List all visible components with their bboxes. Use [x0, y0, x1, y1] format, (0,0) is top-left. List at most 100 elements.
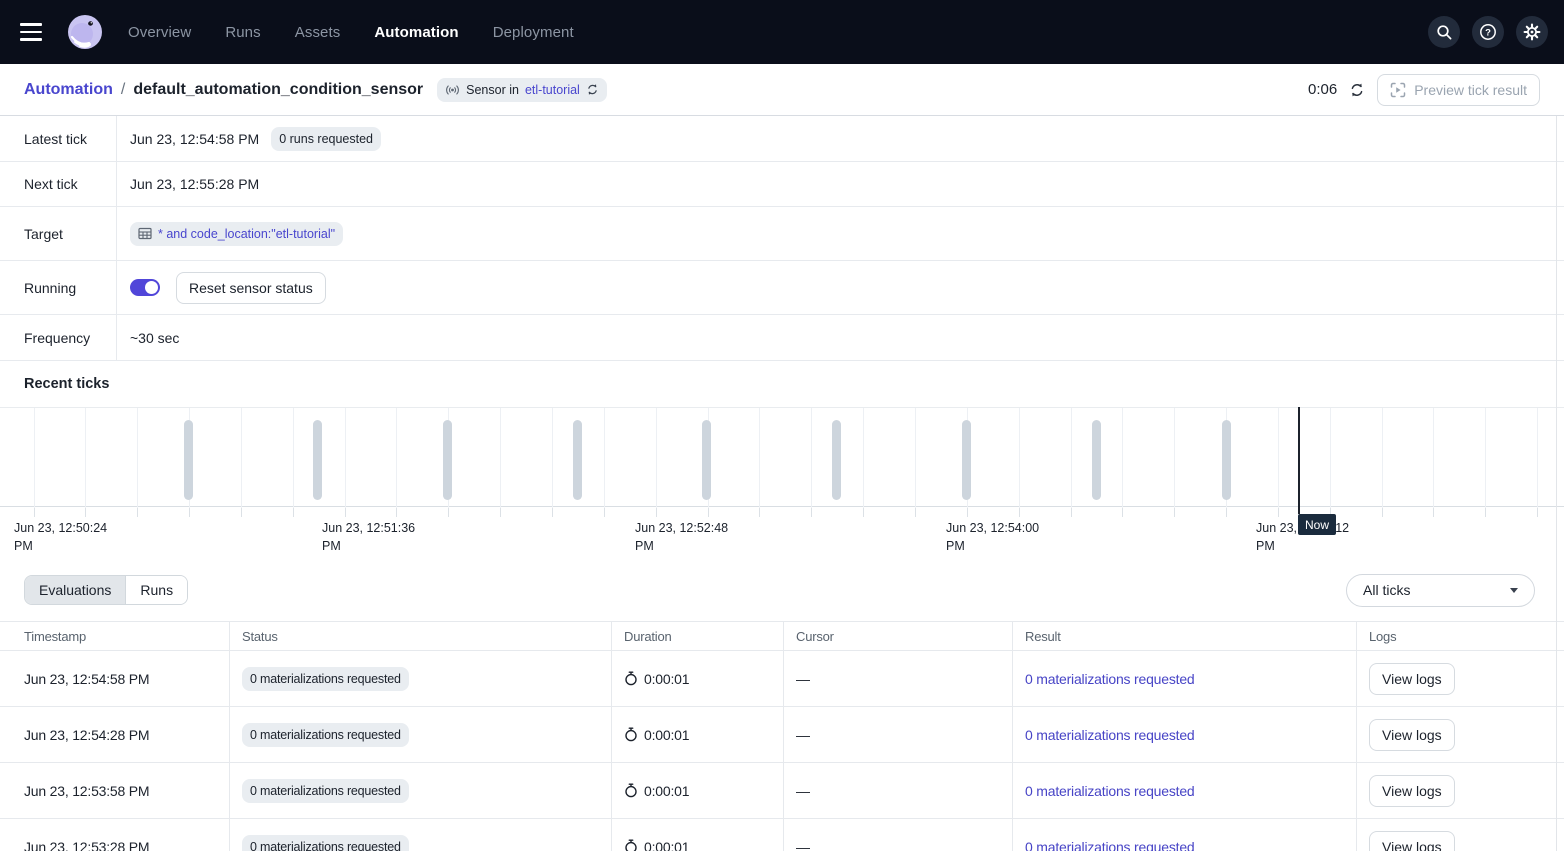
- timeline-gridline: [1071, 408, 1072, 508]
- timeline-axis-tick: [1019, 508, 1020, 517]
- timeline-gridline: [137, 408, 138, 508]
- breadcrumb-automation-link[interactable]: Automation: [24, 81, 113, 99]
- search-icon[interactable]: [1428, 16, 1460, 48]
- timeline-axis-tick: [293, 508, 294, 517]
- col-header-logs: Logs: [1357, 622, 1564, 650]
- timeline-axis-tick: [1537, 508, 1538, 517]
- target-selection-text[interactable]: * and code_location:"etl-tutorial": [158, 227, 335, 241]
- settings-gear-icon[interactable]: [1516, 16, 1548, 48]
- latest-tick-status-badge: 0 runs requested: [271, 127, 381, 151]
- timeline-axis-tick: [863, 508, 864, 517]
- timeline-gridline: [1278, 408, 1279, 508]
- tick-result-link[interactable]: 0 materializations requested: [1025, 839, 1195, 851]
- timeline-gridline: [1122, 408, 1123, 508]
- timeline-gridline: [500, 408, 501, 508]
- tick-timestamp: Jun 23, 12:53:28 PM: [0, 819, 230, 851]
- help-icon[interactable]: ?: [1472, 16, 1504, 48]
- page-title: default_automation_condition_sensor: [133, 81, 423, 99]
- timeline-tick-bar[interactable]: [702, 420, 711, 500]
- nav-item-assets[interactable]: Assets: [295, 24, 341, 41]
- top-nav: Overview Runs Assets Automation Deployme…: [0, 0, 1564, 64]
- timeline-axis-tick: [345, 508, 346, 517]
- nav-item-automation[interactable]: Automation: [374, 24, 458, 41]
- tick-cursor: —: [784, 707, 1013, 762]
- svg-text:?: ?: [1485, 28, 1491, 39]
- timeline-gridline: [656, 408, 657, 508]
- ticks-table: Timestamp Status Duration Cursor Result …: [0, 621, 1564, 851]
- timeline-axis-tick: [1226, 508, 1227, 517]
- tick-result-link[interactable]: 0 materializations requested: [1025, 727, 1195, 743]
- timeline-axis-label: Jun 23, 12:50:24 PM: [14, 519, 120, 555]
- nav-item-runs[interactable]: Runs: [225, 24, 260, 41]
- tick-result-link[interactable]: 0 materializations requested: [1025, 671, 1195, 687]
- timeline-axis-tick: [448, 508, 449, 517]
- timeline-gridline: [552, 408, 553, 508]
- timeline-tick-bar[interactable]: [1092, 420, 1101, 500]
- timeline-axis-tick: [552, 508, 553, 517]
- next-tick-value: Jun 23, 12:55:28 PM: [130, 176, 259, 192]
- tick-status-badge: 0 materializations requested: [242, 835, 409, 851]
- nav-links: Overview Runs Assets Automation Deployme…: [128, 24, 574, 41]
- table-row: Jun 23, 12:53:28 PM 0 materializations r…: [0, 819, 1564, 851]
- timeline-tick-bar[interactable]: [443, 420, 452, 500]
- stopwatch-icon: [624, 839, 638, 851]
- timeline-gridline: [1019, 408, 1020, 508]
- timeline-tick-bar[interactable]: [832, 420, 841, 500]
- tick-cursor: —: [784, 819, 1013, 851]
- tick-filter-dropdown[interactable]: All ticks: [1346, 574, 1535, 607]
- menu-icon[interactable]: [20, 18, 48, 46]
- timeline-gridline: [85, 408, 86, 508]
- timeline-gridline: [811, 408, 812, 508]
- stopwatch-icon: [624, 671, 638, 686]
- frequency-value: ~30 sec: [130, 330, 179, 346]
- sensor-chip-location-link[interactable]: etl-tutorial: [525, 83, 580, 97]
- sensor-details: Latest tick Jun 23, 12:54:58 PM 0 runs r…: [0, 116, 1564, 361]
- table-row: Jun 23, 12:54:28 PM 0 materializations r…: [0, 707, 1564, 763]
- detail-row-frequency: Frequency ~30 sec: [0, 315, 1564, 361]
- view-logs-button[interactable]: View logs: [1369, 775, 1455, 807]
- nav-item-deployment[interactable]: Deployment: [493, 24, 574, 41]
- timeline-tick-bar[interactable]: [962, 420, 971, 500]
- timeline-gridline: [396, 408, 397, 508]
- timeline-tick-bar[interactable]: [1222, 420, 1231, 500]
- detail-row-target: Target * and code_location:"etl-tutorial…: [0, 207, 1564, 261]
- target-selection-chip[interactable]: * and code_location:"etl-tutorial": [130, 222, 343, 246]
- timeline-axis-tick: [189, 508, 190, 517]
- running-toggle[interactable]: [130, 279, 160, 296]
- refresh-countdown: 0:06: [1308, 81, 1337, 98]
- tab-runs[interactable]: Runs: [125, 576, 187, 604]
- tick-result-link[interactable]: 0 materializations requested: [1025, 783, 1195, 799]
- refresh-icon[interactable]: [1349, 82, 1365, 98]
- timeline-axis-tick: [241, 508, 242, 517]
- page-header: Automation / default_automation_conditio…: [0, 64, 1564, 116]
- breadcrumb: Automation / default_automation_conditio…: [24, 81, 423, 99]
- timeline-tick-bar[interactable]: [313, 420, 322, 500]
- dagster-logo-icon[interactable]: [66, 13, 104, 51]
- timeline-axis-tick: [34, 508, 35, 517]
- timeline-axis-label: Jun 23, 12:54:00 PM: [946, 519, 1052, 555]
- timeline-gridline: [1330, 408, 1331, 508]
- table-row: Jun 23, 12:54:58 PM 0 materializations r…: [0, 651, 1564, 707]
- view-logs-button[interactable]: View logs: [1369, 663, 1455, 695]
- reset-sensor-status-button[interactable]: Reset sensor status: [176, 272, 326, 304]
- asset-selection-icon: [138, 227, 152, 240]
- preview-tick-result-button[interactable]: Preview tick result: [1377, 74, 1540, 106]
- nav-item-overview[interactable]: Overview: [128, 24, 191, 41]
- timeline-gridline: [863, 408, 864, 508]
- timeline-gridline: [241, 408, 242, 508]
- timeline-tick-bar[interactable]: [184, 420, 193, 500]
- view-logs-button[interactable]: View logs: [1369, 831, 1455, 851]
- sensor-icon: [445, 83, 460, 97]
- tick-status-badge: 0 materializations requested: [242, 779, 409, 803]
- view-logs-button[interactable]: View logs: [1369, 719, 1455, 751]
- tab-evaluations[interactable]: Evaluations: [25, 576, 125, 604]
- timeline-axis-tick: [1382, 508, 1383, 517]
- chip-refresh-icon[interactable]: [586, 83, 599, 96]
- timeline-axis-tick: [759, 508, 760, 517]
- timeline-axis-label: Jun 23, 12:52:48 PM: [635, 519, 741, 555]
- timeline-axis-tick: [1174, 508, 1175, 517]
- tick-timestamp: Jun 23, 12:54:58 PM: [0, 651, 230, 706]
- recent-ticks-heading: Recent ticks: [0, 361, 1564, 407]
- tick-timestamp: Jun 23, 12:53:58 PM: [0, 763, 230, 818]
- timeline-tick-bar[interactable]: [573, 420, 582, 500]
